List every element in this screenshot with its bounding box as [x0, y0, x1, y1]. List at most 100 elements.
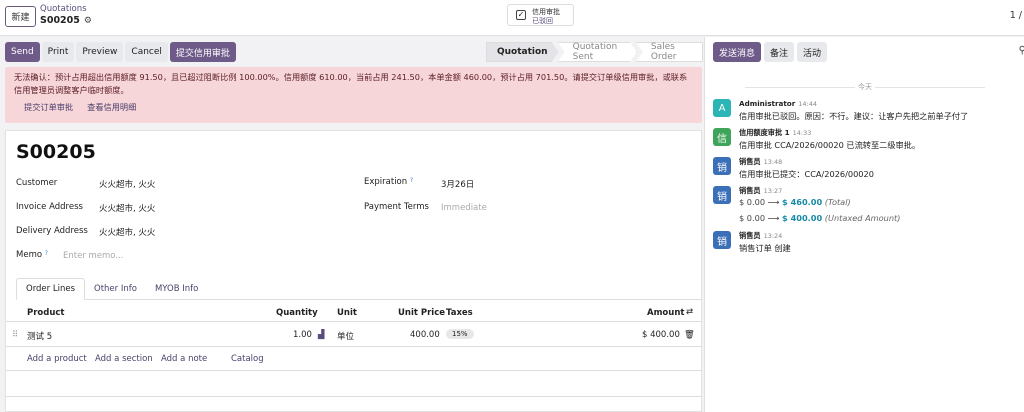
- alert-text: 无法确认：预计占用超出信用额度 91.50，且已超过阻断比例 100.00%。信…: [14, 72, 688, 95]
- avatar[interactable]: 销: [713, 157, 731, 175]
- credit-approval-smart-button[interactable]: ✓ 信用审批 已驳回: [507, 4, 574, 26]
- add-note-link[interactable]: Add a note: [161, 354, 207, 364]
- credit-approval-status: 已驳回: [532, 17, 553, 25]
- col-product[interactable]: Product: [27, 308, 65, 318]
- message-header: 销售员 13:48: [739, 157, 782, 167]
- column-settings-icon[interactable]: ⇄: [686, 307, 693, 317]
- tab-other-info[interactable]: Other Info: [85, 278, 146, 300]
- credit-alert: 无法确认：预计占用超出信用额度 91.50，且已超过阻断比例 100.00%。信…: [5, 67, 702, 123]
- expiration-label-text: Expiration: [364, 177, 408, 187]
- col-unit[interactable]: Unit: [337, 308, 357, 318]
- log-note-button[interactable]: 备注: [764, 42, 795, 62]
- stage-quotation[interactable]: Quotation: [486, 42, 559, 62]
- help-icon[interactable]: ?: [410, 177, 413, 184]
- top-control-bar: 新建 Quotations S00205 ⚙ ✓ 信用审批 已驳回 1 /: [0, 0, 1024, 36]
- message-author[interactable]: Administrator: [739, 99, 795, 108]
- stage-quotation-sent[interactable]: Quotation Sent: [558, 42, 637, 62]
- avatar[interactable]: 销: [713, 186, 731, 204]
- date-separator: 今天: [705, 82, 1024, 92]
- trash-icon[interactable]: 🗑: [684, 330, 695, 340]
- catalog-link[interactable]: Catalog: [231, 354, 264, 364]
- checkbox-icon: ✓: [516, 10, 526, 20]
- row-unit[interactable]: 单位: [337, 330, 354, 342]
- message-author[interactable]: 销售员: [739, 186, 761, 195]
- tracking-field: (Untaxed Amount): [824, 213, 901, 223]
- message-body: 信用审批已驳回。原因：不行。建议：让客户先把之前单子付了: [739, 111, 969, 121]
- payment-terms-field[interactable]: Immediate: [441, 203, 487, 213]
- form-sheet: S00205 Customer 火火超市, 火火 Invoice Address…: [5, 130, 702, 412]
- submit-order-approval-link[interactable]: 提交订单审批: [24, 101, 73, 114]
- stage-sales-order[interactable]: Sales Order: [635, 42, 703, 62]
- search-icon[interactable]: ⚲: [1019, 45, 1024, 56]
- new-button[interactable]: 新建: [5, 6, 36, 27]
- avatar[interactable]: A: [713, 99, 731, 117]
- chatter-buttons: 发送消息 备注 活动: [713, 42, 828, 62]
- preview-button[interactable]: Preview: [76, 42, 124, 62]
- avatar[interactable]: 销: [713, 231, 731, 249]
- message-author[interactable]: 销售员: [739, 157, 761, 166]
- memo-label: Memo ?: [16, 250, 48, 260]
- col-quantity[interactable]: Quantity: [276, 308, 318, 318]
- print-button[interactable]: Print: [41, 42, 75, 62]
- avatar[interactable]: 信: [713, 128, 731, 146]
- arrow-right-icon: ⟶: [767, 197, 780, 207]
- message-author[interactable]: 销售员: [739, 231, 761, 240]
- cancel-button[interactable]: Cancel: [125, 42, 168, 62]
- col-unit-price[interactable]: Unit Price: [398, 308, 445, 318]
- add-section-link[interactable]: Add a section: [95, 354, 153, 364]
- table-row[interactable]: ⠿ 测试 5 1.00 ▟ 单位 400.00 15% $ 400.00 🗑: [6, 323, 701, 347]
- add-product-link[interactable]: Add a product: [27, 354, 87, 364]
- help-icon[interactable]: ?: [45, 250, 48, 257]
- status-bar: Quotation Quotation Sent Sales Order: [487, 42, 703, 62]
- notebook-tabs: Order Lines Other Info MYOB Info: [16, 278, 701, 300]
- col-amount[interactable]: Amount: [647, 308, 684, 318]
- row-product[interactable]: 测试 5: [27, 330, 52, 342]
- delivery-address-field[interactable]: 火火超市, 火火: [99, 226, 155, 238]
- row-unit-price[interactable]: 400.00: [410, 330, 440, 340]
- tracking-new: $ 400.00: [782, 213, 823, 223]
- breadcrumb-current: S00205 ⚙: [40, 15, 92, 26]
- memo-label-text: Memo: [16, 250, 43, 260]
- expiration-field[interactable]: 3月26日: [441, 178, 474, 190]
- arrow-right-icon: ⟶: [767, 213, 780, 223]
- customer-label: Customer: [16, 178, 58, 188]
- memo-input[interactable]: Enter memo...: [63, 251, 123, 261]
- message-time: 13:48: [763, 158, 783, 166]
- form-area: Send Print Preview Cancel 提交信用审批 Quotati…: [0, 37, 703, 412]
- send-button[interactable]: Send: [5, 42, 40, 62]
- message-time: 14:33: [792, 129, 812, 137]
- record-name: S00205: [40, 15, 80, 26]
- invoice-address-field[interactable]: 火火超市, 火火: [99, 202, 155, 214]
- activity-button[interactable]: 活动: [797, 42, 828, 62]
- tax-badge[interactable]: 15%: [446, 329, 474, 339]
- order-lines-header: Product Quantity Unit Unit Price Taxes A…: [6, 304, 701, 322]
- forecast-chart-icon[interactable]: ▟: [318, 330, 325, 340]
- message-body: 信用审批已提交：CCA/2026/00020: [739, 169, 874, 179]
- tracking-value: $ 0.00 ⟶ $ 460.00 (Total): [739, 197, 851, 207]
- send-message-button[interactable]: 发送消息: [713, 42, 762, 62]
- add-line-row: Add a product Add a section Add a note C…: [6, 347, 701, 371]
- submit-credit-approval-button[interactable]: 提交信用审批: [169, 42, 236, 62]
- drag-handle-icon[interactable]: ⠿: [12, 330, 18, 340]
- gear-icon[interactable]: ⚙: [84, 16, 92, 26]
- message-author[interactable]: 信用额度审批 1: [739, 128, 790, 137]
- message-header: 销售员 13:24: [739, 231, 782, 241]
- tab-order-lines[interactable]: Order Lines: [16, 278, 85, 300]
- customer-field[interactable]: 火火超市, 火火: [99, 178, 155, 190]
- message-time: 13:27: [763, 187, 783, 195]
- tracking-new: $ 460.00: [782, 197, 823, 207]
- row-quantity[interactable]: 1.00: [293, 330, 312, 340]
- empty-row: [6, 371, 701, 397]
- tracking-old: $ 0.00: [739, 197, 766, 207]
- col-taxes[interactable]: Taxes: [446, 308, 473, 318]
- message-header: Administrator 14:44: [739, 99, 817, 108]
- pager[interactable]: 1 /: [1010, 10, 1022, 21]
- breadcrumb-quotations[interactable]: Quotations: [40, 4, 87, 14]
- row-amount: $ 400.00: [642, 330, 680, 340]
- message-header: 信用额度审批 1 14:33: [739, 128, 811, 138]
- action-buttons: Send Print Preview Cancel 提交信用审批: [5, 42, 236, 62]
- tab-myob-info[interactable]: MYOB Info: [146, 278, 207, 300]
- invoice-address-label: Invoice Address: [16, 202, 83, 212]
- payment-terms-label: Payment Terms: [364, 202, 429, 212]
- view-credit-details-link[interactable]: 查看信用明细: [87, 101, 136, 114]
